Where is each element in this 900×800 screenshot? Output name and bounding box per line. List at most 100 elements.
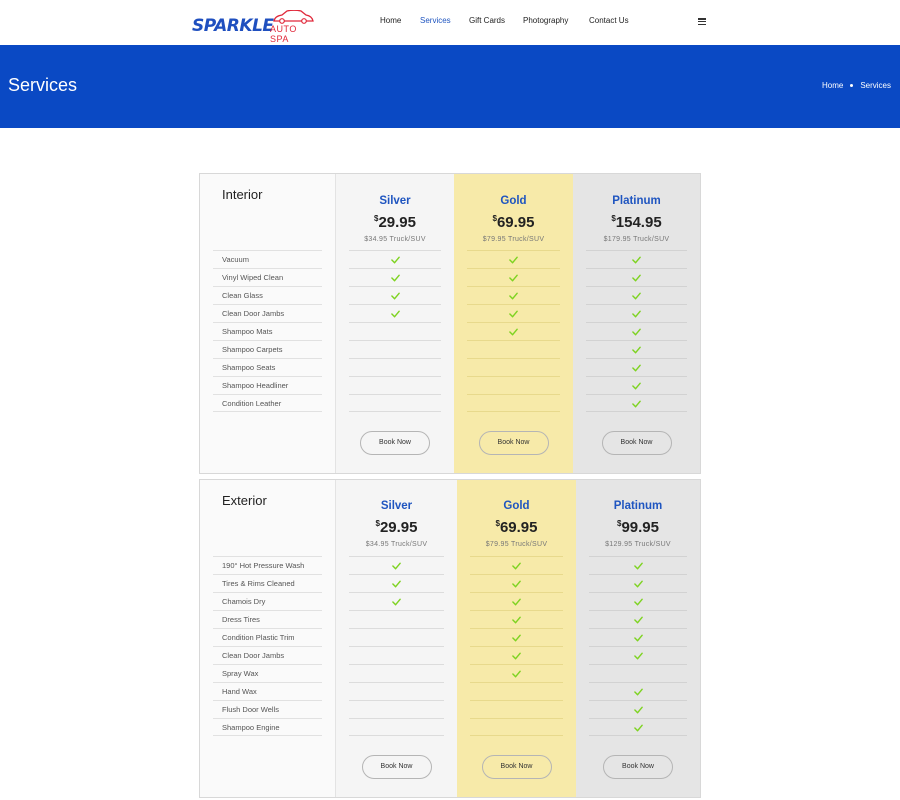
breadcrumb-home[interactable]: Home [822,81,843,90]
check-cell [470,718,563,736]
check-list [349,556,444,736]
tier-truck-price: $34.95 Truck/SUV [365,541,428,548]
feature-item: 190° Hot Pressure Wash [213,556,322,574]
check-cell [589,700,687,718]
check-cell [470,610,563,628]
check-cell [349,700,444,718]
checkmark-icon [633,706,643,714]
checkmark-icon [390,274,400,282]
check-cell [349,394,441,412]
breadcrumb-current: Services [860,81,891,90]
checkmark-icon [632,274,641,282]
check-cell [470,664,563,682]
checkmark-icon [509,328,518,336]
tier-price: $29.95 [375,519,418,536]
tier-name: Silver [379,195,411,207]
checkmark-icon [632,310,641,318]
feature-item: Clean Glass [213,286,322,304]
check-cell [586,340,687,358]
tier-price: $154.95 [611,214,662,231]
nav-gift-cards[interactable]: Gift Cards [469,16,505,25]
nav-photography[interactable]: Photography [523,16,568,25]
interior-gold-tier: Gold $69.95 $79.95 Truck/SUV Book Now [454,174,573,473]
feature-item: Shampoo Mats [213,322,322,340]
check-cell [349,646,444,664]
check-cell [467,286,560,304]
book-now-button[interactable]: Book Now [360,431,430,455]
checkmark-icon [633,598,643,606]
tier-truck-price: $79.95 Truck/SUV [482,236,545,243]
check-cell [467,322,560,340]
check-list [470,556,563,736]
checkmark-icon [633,688,643,696]
tier-price: $99.95 [617,519,659,536]
feature-item: Clean Door Jambs [213,646,322,664]
checkmark-icon [633,562,643,570]
book-now-button[interactable]: Book Now [601,431,672,455]
book-now-button[interactable]: Book Now [481,755,552,779]
check-list [467,250,560,412]
check-cell [349,628,444,646]
check-cell [589,628,687,646]
feature-item: Vinyl Wiped Clean [213,268,322,286]
checkmark-icon [633,652,643,660]
check-cell [586,376,687,394]
check-cell [349,610,444,628]
book-now-button[interactable]: Book Now [478,431,549,455]
check-cell [467,340,560,358]
check-cell [589,718,687,736]
feature-item: Hand Wax [213,682,322,700]
checkmark-icon [390,256,400,264]
checkmark-icon [632,364,641,372]
check-cell [589,646,687,664]
tier-truck-price: $179.95 Truck/SUV [603,236,670,243]
interior-silver-tier: Silver $29.95 $34.95 Truck/SUV Book Now [336,174,454,473]
site-header: SPARKLE AUTO SPA Home Services Gift Card… [0,0,900,45]
check-cell [349,358,441,376]
checkmark-icon [512,562,521,570]
check-cell [586,250,687,268]
checkmark-icon [512,616,521,624]
checkmark-icon [509,292,518,300]
tier-price: $29.95 [374,214,416,231]
checkmark-icon [633,616,643,624]
check-cell [349,592,444,610]
check-cell [589,664,687,682]
check-cell [589,610,687,628]
feature-item: Chamois Dry [213,592,322,610]
check-cell [589,682,687,700]
tier-name: Gold [500,195,527,207]
check-cell [349,250,441,268]
nav-home[interactable]: Home [380,16,401,25]
hamburger-icon[interactable] [698,18,706,26]
book-now-button[interactable]: Book Now [361,755,432,779]
feature-item: Dress Tires [213,610,322,628]
checkmark-icon [632,400,641,408]
breadcrumb: Home Services [822,81,891,90]
tier-price: $69.95 [495,519,538,536]
nav-services[interactable]: Services [420,16,451,25]
tier-name: Gold [503,500,530,512]
exterior-platinum-tier: Platinum $99.95 $129.95 Truck/SUV Book N… [576,480,700,797]
check-cell [467,250,560,268]
check-cell [586,322,687,340]
check-cell [467,268,560,286]
checkmark-icon [632,256,641,264]
check-list [589,556,687,736]
check-cell [586,358,687,376]
breadcrumb-separator [850,84,854,88]
check-cell [470,700,563,718]
check-cell [470,592,563,610]
tier-price: $69.95 [492,214,535,231]
checkmark-icon [633,580,643,588]
check-cell [589,592,687,610]
exterior-silver-tier: Silver $29.95 $34.95 Truck/SUV Book Now [336,480,457,797]
nav-contact-us[interactable]: Contact Us [589,16,629,25]
tier-name: Platinum [613,500,663,512]
check-cell [467,304,560,322]
checkmark-icon [512,634,521,642]
feature-item: Shampoo Headliner [213,376,322,394]
check-cell [349,286,441,304]
book-now-button[interactable]: Book Now [603,755,673,779]
feature-item: Condition Leather [213,394,322,412]
